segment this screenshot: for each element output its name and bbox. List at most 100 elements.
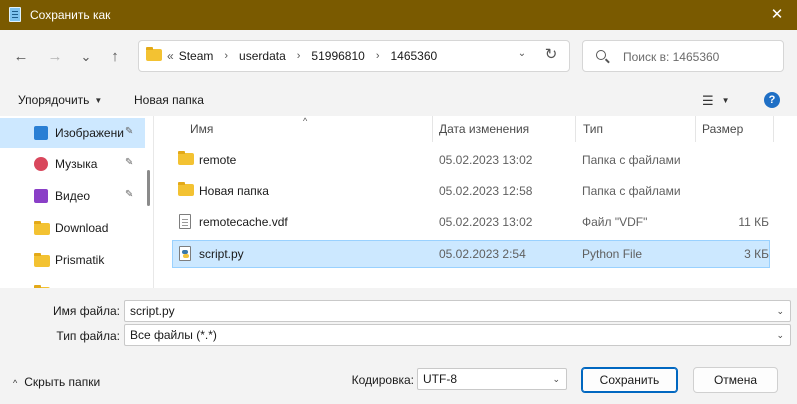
hide-folders-button[interactable]: ^ Скрыть папки <box>13 375 100 389</box>
encoding-select[interactable]: UTF-8 ⌄ <box>417 368 567 390</box>
breadcrumb-user-id[interactable]: 51996810 <box>311 49 364 63</box>
pane-divider[interactable] <box>153 116 154 288</box>
file-type: Папка с файлами <box>582 153 681 167</box>
column-divider[interactable] <box>575 116 576 142</box>
filename-field[interactable]: script.py <box>130 304 175 318</box>
file-type: Папка с файлами <box>582 184 681 198</box>
file-name: script.py <box>199 247 244 261</box>
chevron-right-icon[interactable]: › <box>376 50 380 62</box>
file-type: Файл "VDF" <box>582 215 648 229</box>
file-name: remote <box>199 153 237 167</box>
breadcrumb-app-id[interactable]: 1465360 <box>390 49 437 63</box>
file-row-script[interactable]: script.py 05.02.2023 2:54 Python File 3 … <box>172 240 770 268</box>
organize-label: Упорядочить <box>18 93 90 107</box>
notepad-icon <box>9 7 21 22</box>
filetype-select[interactable]: Все файлы (*.*) ⌄ <box>124 324 791 346</box>
filetype-value: Все файлы (*.*) <box>130 328 217 342</box>
title-bar: Сохранить как ✕ <box>0 0 797 30</box>
file-row-new-folder[interactable]: Новая папка 05.02.2023 12:58 Папка с фай… <box>172 177 770 205</box>
file-date: 05.02.2023 2:54 <box>439 247 526 261</box>
chevron-up-icon: ^ <box>13 378 18 388</box>
file-row-remote[interactable]: remote 05.02.2023 13:02 Папка с файлами <box>172 146 770 174</box>
sidebar-item-label: Изображени <box>55 126 124 140</box>
filename-combobox[interactable]: script.py ⌄ <box>124 300 791 322</box>
file-list: ^ Имя Дата изменения Тип Размер remote 0… <box>160 116 797 288</box>
file-name: remotecache.vdf <box>199 215 288 229</box>
hide-folders-label: Скрыть папки <box>24 375 101 389</box>
sidebar-item-label: Видео <box>55 189 91 203</box>
folder-icon <box>178 182 194 196</box>
save-options-panel: Имя файла: script.py ⌄ Тип файла: Все фа… <box>0 288 797 404</box>
sidebar-item-prismatik[interactable]: Prismatik <box>0 245 145 275</box>
breadcrumb-overflow-icon[interactable]: « <box>167 49 174 63</box>
chevron-right-icon[interactable]: › <box>224 50 228 62</box>
file-date: 05.02.2023 13:02 <box>439 215 533 229</box>
sidebar-scrollbar[interactable] <box>147 170 150 206</box>
chevron-down-icon[interactable]: ⌄ <box>552 374 560 385</box>
breadcrumb-userdata[interactable]: userdata <box>239 49 286 63</box>
chevron-down-icon[interactable]: ⌄ <box>776 306 784 317</box>
forward-button[interactable]: → <box>44 46 66 68</box>
refresh-button[interactable]: ↻ <box>541 45 561 63</box>
navigation-bar: ← → ⌄ ↑ « Steam › userdata › 51996810 › … <box>0 30 797 84</box>
organize-button[interactable]: Упорядочить ▼ <box>18 93 102 107</box>
column-header-size[interactable]: Размер <box>702 116 743 142</box>
sidebar-item-video[interactable]: Видео ✎ <box>0 181 145 211</box>
file-name: Новая папка <box>199 184 269 198</box>
file-type: Python File <box>582 247 643 261</box>
help-button[interactable]: ? <box>764 92 780 108</box>
column-divider[interactable] <box>695 116 696 142</box>
folder-icon <box>34 221 50 237</box>
search-input[interactable]: Поиск в: 1465360 <box>623 50 719 64</box>
chevron-right-icon[interactable]: › <box>297 50 301 62</box>
music-icon <box>34 157 48 171</box>
sidebar-item-download[interactable]: Download <box>0 213 145 243</box>
breadcrumb: « Steam › userdata › 51996810 › 1465360 <box>167 49 437 63</box>
recent-locations-button[interactable]: ⌄ <box>75 46 97 68</box>
file-date: 05.02.2023 13:02 <box>439 153 533 167</box>
column-header-type[interactable]: Тип <box>583 116 603 142</box>
file-row-remotecache[interactable]: remotecache.vdf 05.02.2023 13:02 Файл "V… <box>172 208 770 236</box>
save-button[interactable]: Сохранить <box>581 367 678 393</box>
pictures-icon <box>34 126 48 140</box>
chevron-down-icon: ▼ <box>94 96 103 105</box>
window-title: Сохранить как <box>30 8 111 22</box>
column-divider[interactable] <box>432 116 433 142</box>
column-header-date[interactable]: Дата изменения <box>439 116 529 142</box>
chevron-down-icon[interactable]: ⌄ <box>776 330 784 341</box>
filetype-label: Тип файла: <box>56 329 120 343</box>
pin-icon: ✎ <box>125 157 134 168</box>
folder-icon <box>178 151 194 165</box>
sidebar-item-music[interactable]: Музыка ✎ <box>0 149 145 179</box>
column-header-name[interactable]: Имя <box>190 116 213 142</box>
chevron-down-icon: ▼ <box>721 96 730 105</box>
encoding-value: UTF-8 <box>423 372 457 386</box>
column-divider[interactable] <box>773 116 774 142</box>
pin-icon: ✎ <box>125 126 134 137</box>
file-size: 11 КБ <box>738 215 769 229</box>
search-box[interactable]: Поиск в: 1465360 <box>582 40 784 72</box>
breadcrumb-steam[interactable]: Steam <box>179 49 214 63</box>
sidebar-item-partial[interactable] <box>0 277 145 288</box>
sidebar-item-label: Download <box>55 221 109 235</box>
sidebar-item-label: Музыка <box>55 157 98 171</box>
filename-label: Имя файла: <box>53 304 120 318</box>
list-view-icon: ☰ <box>702 93 714 108</box>
up-button[interactable]: ↑ <box>104 46 126 68</box>
folder-icon <box>146 47 162 61</box>
close-button[interactable]: ✕ <box>757 0 797 30</box>
pin-icon: ✎ <box>125 189 134 200</box>
file-date: 05.02.2023 12:58 <box>439 184 533 198</box>
navigation-pane: Изображени ✎ Музыка ✎ Видео ✎ Download P… <box>0 116 153 288</box>
cancel-button[interactable]: Отмена <box>693 367 778 393</box>
encoding-label: Кодировка: <box>351 373 414 387</box>
folder-icon <box>34 253 50 269</box>
sidebar-item-pictures[interactable]: Изображени ✎ <box>0 118 145 148</box>
view-options-button[interactable]: ☰ ▼ <box>702 93 730 109</box>
back-button[interactable]: ← <box>10 46 32 68</box>
file-size: 3 КБ <box>744 247 769 261</box>
address-bar[interactable]: « Steam › userdata › 51996810 › 1465360 … <box>138 40 570 72</box>
new-folder-button[interactable]: Новая папка <box>134 93 204 107</box>
address-history-dropdown[interactable]: ⌄ <box>515 48 529 59</box>
sort-ascending-icon: ^ <box>303 116 308 126</box>
